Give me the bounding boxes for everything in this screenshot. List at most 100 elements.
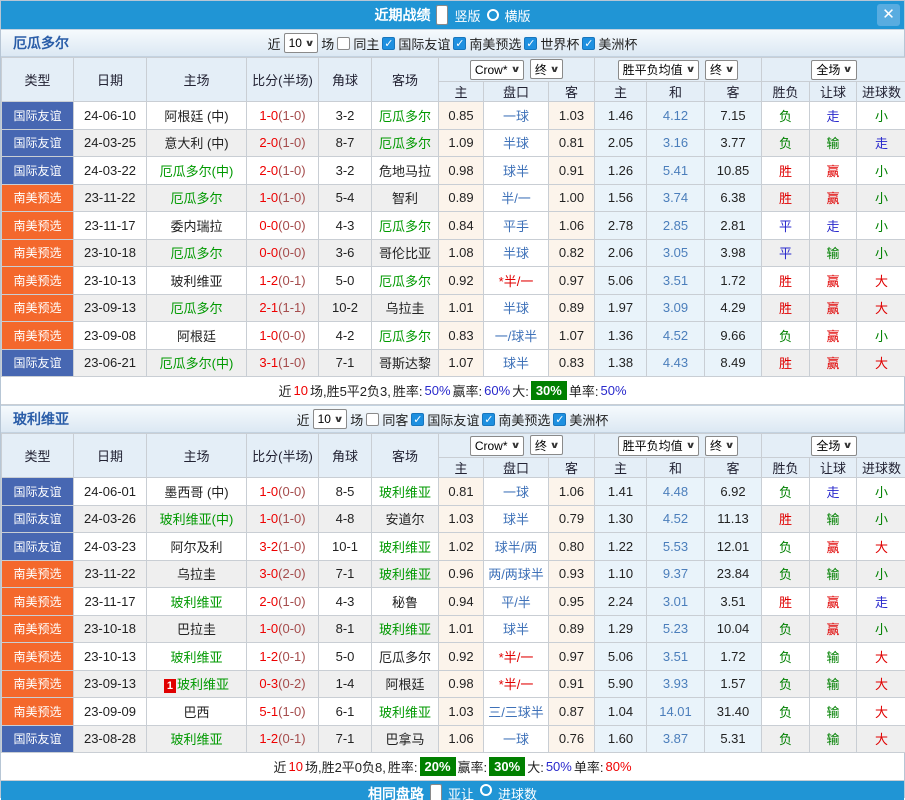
euro-draw-value: 5.53	[663, 539, 688, 554]
competition-cell: 国际友谊	[2, 478, 74, 506]
close-icon[interactable]: ✕	[877, 4, 900, 26]
competition-checkbox[interactable]: ✓	[453, 37, 466, 50]
halftime-score: (1-1)	[278, 300, 305, 315]
corners-cell: 4-8	[319, 505, 372, 533]
horizontal-layout-label[interactable]: 横版	[505, 6, 531, 25]
col-euro-home: 主	[595, 458, 647, 478]
competition-label[interactable]: 南美预选	[469, 34, 521, 53]
euro-draw-odds-cell: 2.85	[647, 212, 705, 240]
score-cell: 3-2(1-0)	[247, 533, 319, 561]
handicap-cell: 一球	[484, 478, 549, 506]
vertical-layout-label[interactable]: 竖版	[454, 6, 480, 25]
corners-cell: 3-2	[319, 157, 372, 185]
col-handicap-result: 让球	[810, 458, 857, 478]
competition-checkbox[interactable]: ✓	[411, 413, 424, 426]
handicap-result-cell: 走	[810, 212, 857, 240]
date-cell: 23-06-21	[74, 349, 147, 377]
competition-checkbox[interactable]: ✓	[482, 413, 495, 426]
competition-label[interactable]: 美洲杯	[598, 34, 637, 53]
euro-time-select[interactable]: 终∨	[705, 436, 738, 456]
score-cell: 2-1(1-1)	[247, 294, 319, 322]
col-date: 日期	[74, 58, 147, 102]
euro-home-odds-cell: 2.24	[595, 588, 647, 616]
competition-label[interactable]: 国际友谊	[427, 410, 479, 429]
competition-label[interactable]: 南美预选	[498, 410, 550, 429]
fulltime-score: 0-0	[259, 245, 278, 260]
corners-cell: 4-3	[319, 588, 372, 616]
euro-away-odds-cell: 5.31	[705, 725, 762, 753]
euro-home-odds-cell: 2.05	[595, 129, 647, 157]
away-team-name: 智利	[392, 191, 418, 206]
competition-label[interactable]: 美洲杯	[569, 410, 608, 429]
home-team-cell: 阿根廷 (中)	[147, 102, 247, 130]
euro-away-odds-cell: 6.38	[705, 184, 762, 212]
euro-home-odds-cell: 1.38	[595, 349, 647, 377]
away-team-name: 玻利维亚	[379, 705, 431, 720]
home-team-name: 厄瓜多尔	[170, 246, 222, 261]
asian-home-odds-cell: 0.81	[439, 478, 484, 506]
wdl-result-cell: 负	[762, 129, 810, 157]
col-handicap-result: 让球	[810, 82, 857, 102]
away-team-cell: 巴拿马	[372, 725, 439, 753]
handicap-value: 半球	[503, 246, 529, 261]
horizontal-layout-radio[interactable]	[487, 9, 499, 21]
euro-time-select[interactable]: 终∨	[705, 60, 738, 80]
goals-radio[interactable]	[480, 784, 492, 796]
competition-label[interactable]: 世界杯	[540, 34, 579, 53]
home-team-name: 巴拉圭	[177, 622, 216, 637]
asian-away-odds-cell: 0.97	[549, 643, 595, 671]
wdl-result-cell: 负	[762, 478, 810, 506]
asian-away-odds-cell: 0.95	[549, 588, 595, 616]
handicap-value: 平/半	[501, 595, 531, 610]
competition-checkbox[interactable]: ✓	[553, 413, 566, 426]
same-side-checkbox[interactable]: ✓	[366, 413, 379, 426]
asian-home-odds-cell: 0.98	[439, 157, 484, 185]
same-side-checkbox[interactable]: ✓	[337, 37, 350, 50]
near-count-select[interactable]: 10∨	[284, 33, 319, 53]
vertical-layout-radio[interactable]	[436, 5, 448, 25]
result-scope-select[interactable]: 全场∨	[811, 436, 856, 456]
date-cell: 23-10-18	[74, 239, 147, 267]
euro-draw-value: 14.01	[659, 704, 692, 719]
competition-checkbox[interactable]: ✓	[524, 37, 537, 50]
away-team-name: 哥斯达黎	[379, 356, 431, 371]
same-side-label[interactable]: 同客	[382, 410, 408, 429]
home-team-name: 乌拉圭	[177, 567, 216, 582]
away-team-cell: 玻利维亚	[372, 533, 439, 561]
euro-away-odds-cell: 6.92	[705, 478, 762, 506]
asian-home-odds-cell: 0.92	[439, 267, 484, 295]
fulltime-score: 3-0	[259, 566, 278, 581]
odds-source-select[interactable]: Crow*∨	[470, 60, 524, 80]
result-scope-select[interactable]: 全场∨	[811, 60, 856, 80]
asian-time-select[interactable]: 终∨	[530, 435, 563, 455]
asian-time-select[interactable]: 终∨	[530, 59, 563, 79]
euro-source-select[interactable]: 胜平负均值∨	[618, 436, 699, 456]
highlighted-stat: 30%	[531, 381, 567, 400]
away-team-name: 厄瓜多尔	[379, 329, 431, 344]
same-side-label[interactable]: 同主	[353, 34, 379, 53]
competition-checkbox[interactable]: ✓	[582, 37, 595, 50]
handicap-result-cell: 输	[810, 560, 857, 588]
match-row: 南美预选23-09-08阿根廷1-0(0-0)4-2厄瓜多尔0.83一/球半1.…	[2, 322, 905, 350]
home-team-cell: 委内瑞拉	[147, 212, 247, 240]
date-cell: 23-08-28	[74, 725, 147, 753]
euro-draw-value: 4.48	[663, 484, 688, 499]
goals-result-cell: 小	[857, 322, 905, 350]
euro-source-select[interactable]: 胜平负均值∨	[618, 60, 699, 80]
away-team-name: 秘鲁	[392, 595, 418, 610]
euro-home-odds-cell: 2.06	[595, 239, 647, 267]
euro-away-odds-cell: 4.29	[705, 294, 762, 322]
euro-home-odds-cell: 2.78	[595, 212, 647, 240]
competition-checkbox[interactable]: ✓	[382, 37, 395, 50]
handicap-value: *半/一	[499, 274, 534, 289]
col-date: 日期	[74, 434, 147, 478]
date-cell: 24-06-01	[74, 478, 147, 506]
handicap-cell: *半/一	[484, 643, 549, 671]
summary-text: 单率:	[569, 381, 599, 400]
near-count-select[interactable]: 10∨	[313, 409, 348, 429]
odds-source-select[interactable]: Crow*∨	[470, 436, 524, 456]
euro-home-odds-cell: 1.29	[595, 615, 647, 643]
competition-label[interactable]: 国际友谊	[398, 34, 450, 53]
halftime-score: (0-0)	[278, 328, 305, 343]
away-team-name: 哥伦比亚	[379, 246, 431, 261]
